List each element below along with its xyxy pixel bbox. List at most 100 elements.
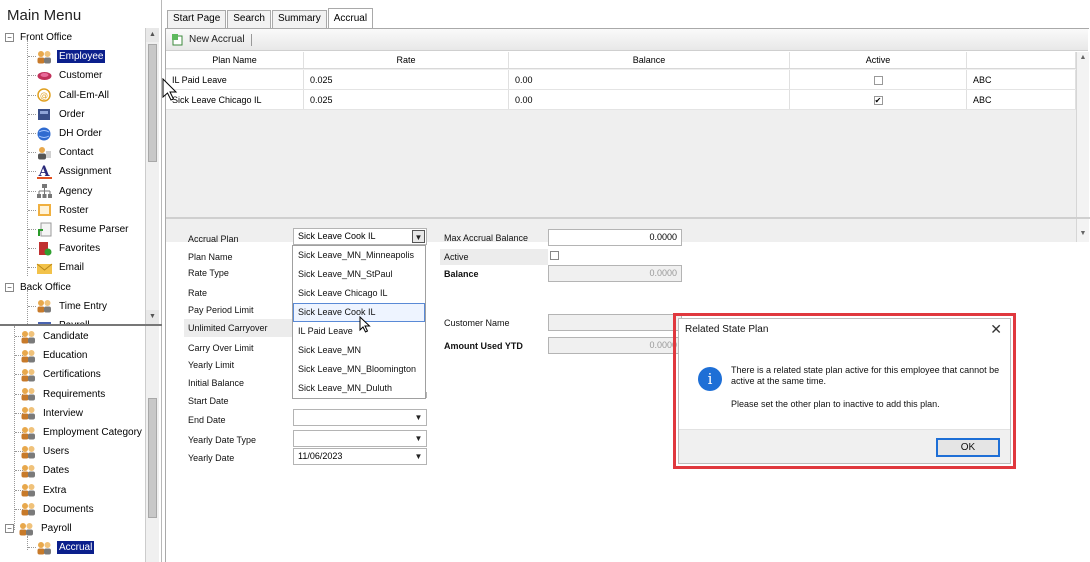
tree-item[interactable]: Employment Category [0, 423, 146, 442]
tree-item[interactable]: Education [0, 346, 146, 365]
tree-item[interactable]: Dates [0, 461, 146, 480]
tree-item-label[interactable]: Candidate [41, 330, 91, 343]
tree-item[interactable]: Roster [0, 201, 146, 220]
active-checkbox[interactable] [550, 251, 559, 260]
tree-item-label[interactable]: Dates [41, 464, 71, 477]
tree-item[interactable]: Resume Parser [0, 220, 146, 239]
tree-item-label[interactable]: Payroll [39, 522, 74, 535]
tree-item[interactable]: Certifications [0, 365, 146, 384]
dropdown-option[interactable]: Sick Leave_MN_StPaul [293, 265, 425, 284]
tree-item-label[interactable]: Agency [57, 185, 94, 198]
table-row[interactable]: Sick Leave Chicago IL 0.025 0.00 ✔ ABC [166, 90, 1076, 110]
tree-item-label[interactable]: Accrual [57, 541, 95, 555]
tree-item-label[interactable]: Assignment [57, 165, 113, 178]
column-header-rate[interactable]: Rate [304, 52, 509, 68]
tab-search[interactable]: Search [227, 10, 271, 28]
tree-item-label[interactable]: Favorites [57, 242, 102, 255]
column-header-extra[interactable] [967, 52, 1076, 68]
collapse-icon[interactable]: − [5, 282, 14, 292]
collapse-icon[interactable]: − [5, 33, 14, 42]
tree-item[interactable]: Order [0, 105, 146, 124]
tree-item-label[interactable]: DH Order [57, 127, 104, 140]
scroll-thumb[interactable] [148, 398, 157, 518]
tree-item[interactable]: Requirements [0, 385, 146, 404]
menu-tree-top-scrollbar[interactable]: ▲ ▼ [145, 28, 159, 324]
column-header-active[interactable]: Active [790, 52, 967, 68]
tree-item-label[interactable]: Email [57, 261, 86, 274]
new-document-icon[interactable] [172, 33, 184, 46]
tree-item[interactable]: Time Entry [0, 297, 146, 316]
dropdown-option[interactable]: Sick Leave_MN [293, 341, 425, 360]
tree-item-label[interactable]: Users [41, 445, 71, 458]
tree-item[interactable]: Extra [0, 481, 146, 500]
tree-item-label[interactable]: Interview [41, 407, 85, 420]
tree-item[interactable]: − Payroll [0, 519, 146, 538]
tree-item[interactable]: Contact [0, 143, 146, 162]
column-header-balance[interactable]: Balance [509, 52, 790, 68]
tab-accrual[interactable]: Accrual [327, 8, 374, 29]
accrual-plan-select[interactable]: Sick Leave Cook IL ▼ [293, 228, 427, 245]
dropdown-option[interactable]: Sick Leave_MN_Minneapolis [293, 246, 425, 265]
scroll-up-arrow-icon[interactable]: ▲ [146, 28, 159, 42]
tree-item-label[interactable]: Requirements [41, 388, 107, 401]
tree-item-label[interactable]: Customer [57, 69, 104, 82]
collapse-icon[interactable]: − [5, 524, 14, 533]
tree-item-label[interactable]: Call-Em-All [57, 89, 111, 102]
tree-item[interactable]: Customer [0, 66, 146, 85]
new-accrual-button[interactable]: New Accrual [189, 34, 245, 45]
tree-item[interactable]: Payroll [0, 316, 146, 324]
scroll-up-arrow-icon[interactable]: ▲ [1077, 52, 1089, 64]
scroll-thumb[interactable] [148, 44, 157, 162]
tree-item-label[interactable]: Employment Category [41, 426, 144, 439]
tree-item[interactable]: @ Call-Em-All [0, 86, 146, 105]
tree-item-label[interactable]: Back Office [18, 281, 73, 294]
column-header-plan-name[interactable]: Plan Name [166, 52, 304, 68]
tree-item-label[interactable]: Education [41, 349, 89, 362]
tree-item[interactable]: DH Order [0, 124, 146, 143]
tree-item-label[interactable]: Front Office [18, 31, 74, 44]
tree-item[interactable]: Documents [0, 500, 146, 519]
tree-item[interactable]: Favorites [0, 239, 146, 258]
chevron-down-icon[interactable]: ▼ [412, 411, 425, 424]
grid-form-splitter[interactable] [166, 217, 1090, 219]
chevron-down-icon[interactable]: ▼ [412, 230, 425, 243]
tree-item-label[interactable]: Certifications [41, 368, 103, 381]
chevron-down-icon[interactable]: ▼ [412, 432, 425, 445]
yearly-date-select[interactable]: 11/06/2023 ▼ [293, 448, 427, 465]
dropdown-option[interactable]: Sick Leave Chicago IL [293, 284, 425, 303]
tree-item-label[interactable]: Time Entry [57, 300, 109, 313]
tab-start-page[interactable]: Start Page [167, 10, 227, 28]
tree-item-label[interactable]: Order [57, 108, 87, 121]
tree-item[interactable]: − Back Office [0, 278, 146, 297]
end-date-select[interactable]: ▼ [293, 409, 427, 426]
yearly-date-type-select[interactable]: ▼ [293, 430, 427, 447]
tree-item[interactable]: Email [0, 258, 146, 277]
tree-item[interactable]: Candidate [0, 327, 146, 346]
tree-item[interactable]: Accrual [0, 538, 146, 557]
tree-item[interactable]: Employee [0, 47, 146, 66]
scroll-down-arrow-icon[interactable]: ▼ [1077, 228, 1089, 240]
tab-summary[interactable]: Summary [271, 10, 327, 28]
chevron-down-icon[interactable]: ▼ [412, 450, 425, 463]
max-accrual-balance-field[interactable]: 0.0000 [548, 229, 682, 246]
dropdown-option[interactable]: Sick Leave_MN_Duluth [293, 379, 425, 398]
tree-item-label[interactable]: Roster [57, 204, 90, 217]
tree-item[interactable]: A Assignment [0, 162, 146, 181]
grid-scrollbar[interactable]: ▲ ▼ [1076, 52, 1089, 242]
unchecked-checkbox[interactable] [873, 76, 883, 86]
menu-tree-bottom-scrollbar[interactable] [145, 326, 159, 562]
customer-name-field[interactable] [548, 314, 682, 331]
tree-item[interactable]: Interview [0, 404, 146, 423]
scroll-down-arrow-icon[interactable]: ▼ [146, 310, 159, 324]
tree-item-label[interactable]: Employee [57, 50, 106, 64]
dropdown-option[interactable]: Sick Leave_MN_Bloomington [293, 360, 425, 379]
tree-item-label[interactable]: Documents [41, 503, 96, 516]
tree-item[interactable]: Users [0, 442, 146, 461]
table-row[interactable]: IL Paid Leave 0.025 0.00 ABC [166, 70, 1076, 90]
tree-item-label[interactable]: Contact [57, 146, 95, 159]
tree-item[interactable]: Agency [0, 182, 146, 201]
tree-item-label[interactable]: Resume Parser [57, 223, 130, 236]
checked-checkbox[interactable]: ✔ [873, 96, 883, 106]
tree-item-label[interactable]: Extra [41, 484, 68, 497]
tree-item[interactable]: − Front Office [0, 28, 146, 47]
